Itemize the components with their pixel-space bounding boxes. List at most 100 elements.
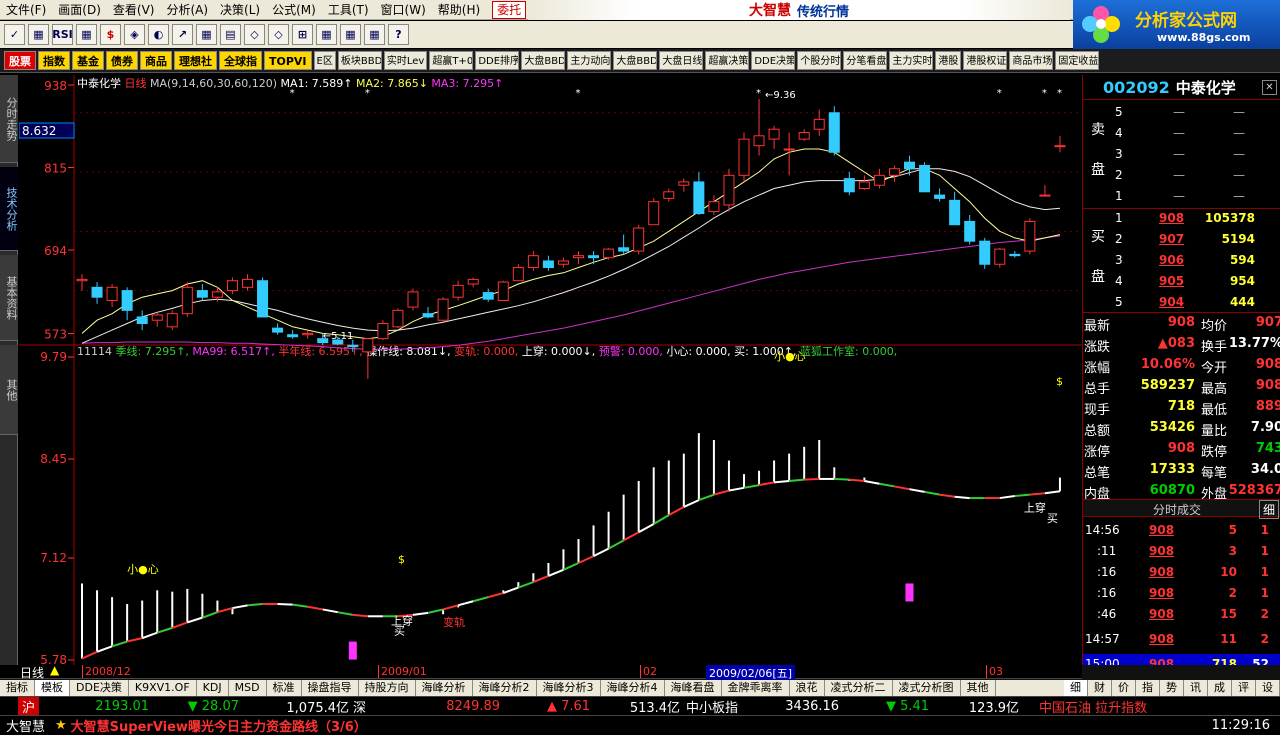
indicator-tab-11[interactable]: 海峰分析3 — [537, 680, 601, 696]
stat-value: 528367 — [1228, 483, 1280, 498]
indicator-tab-15[interactable]: 浪花 — [790, 680, 825, 696]
indicator-tab-6[interactable]: 标准 — [267, 680, 302, 696]
menu-item-5[interactable]: 公式(M) — [266, 0, 322, 20]
bid-volume: 594 — [1229, 253, 1255, 267]
left-tab-0[interactable]: 分时走势 — [0, 75, 18, 163]
indicator-tab-7[interactable]: 操盘指导 — [302, 680, 359, 696]
quote-tab-5[interactable]: 讯 — [1184, 680, 1208, 696]
quote-tab-3[interactable]: 指 — [1136, 680, 1160, 696]
menu-item-7[interactable]: 窗口(W) — [375, 0, 432, 20]
quick-button-2[interactable]: 基金 — [72, 51, 104, 70]
indicator-tab-16[interactable]: 凌式分析二 — [825, 680, 893, 696]
quick-button-18[interactable]: DDE决策 — [751, 51, 796, 70]
quick-button-15[interactable]: 大盘BBD — [613, 51, 658, 70]
quick-button-19[interactable]: 个股分时 — [797, 51, 842, 70]
indicator-tab-0[interactable]: 指标 — [0, 680, 35, 696]
indicator-tab-14[interactable]: 金牌乖离率 — [722, 680, 790, 696]
quick-button-10[interactable]: 实时Lev — [383, 51, 428, 70]
quick-button-3[interactable]: 债券 — [106, 51, 138, 70]
scroll-news[interactable]: 大智慧SuperView曝光今日主力资金路线（3/6） — [71, 716, 367, 735]
indicator-tab-10[interactable]: 海峰分析2 — [473, 680, 537, 696]
kline-chart[interactable]: 9388156945739.798.457.125.788.632中泰化学 日线… — [19, 75, 1082, 665]
menu-item-2[interactable]: 查看(V) — [107, 0, 161, 20]
toolbar-icon-14[interactable]: ▦ — [340, 24, 361, 45]
toolbar-icon-10[interactable]: ◇ — [244, 24, 265, 45]
period-label[interactable]: 日线 — [20, 664, 44, 681]
menu-item-6[interactable]: 工具(T) — [322, 0, 375, 20]
quick-button-17[interactable]: 超赢决策 — [705, 51, 750, 70]
quote-tab-0[interactable]: 细 — [1064, 680, 1088, 696]
candle — [1024, 218, 1036, 255]
toolbar-icon-1[interactable]: ▦ — [28, 24, 49, 45]
quick-button-5[interactable]: 理想社 — [174, 51, 217, 70]
menu-item-4[interactable]: 决策(L) — [214, 0, 266, 20]
ask-row: 5 — — — [1083, 102, 1280, 123]
toolbar-icon-15[interactable]: ▦ — [364, 24, 385, 45]
candle — [557, 257, 569, 268]
indicator-tab-18[interactable]: 其他 — [961, 680, 996, 696]
left-tab-3[interactable]: 其他 — [0, 345, 18, 435]
toolbar-icon-9[interactable]: ▤ — [220, 24, 241, 45]
indicator-tab-4[interactable]: KDJ — [197, 680, 229, 696]
quick-button-13[interactable]: 大盘BBD — [521, 51, 566, 70]
toolbar-icon-13[interactable]: ▦ — [316, 24, 337, 45]
ticks-detail-button[interactable]: 细 — [1258, 500, 1279, 519]
quick-button-20[interactable]: 分笔看盘 — [843, 51, 888, 70]
quick-button-0[interactable]: 股票 — [4, 51, 36, 70]
toolbar-icon-5[interactable]: ◈ — [124, 24, 145, 45]
menu-item-8[interactable]: 帮助(H) — [432, 0, 486, 20]
quick-button-23[interactable]: 港股权证 — [963, 51, 1008, 70]
quote-tab-1[interactable]: 财 — [1088, 680, 1112, 696]
menu-item-3[interactable]: 分析(A) — [160, 0, 214, 20]
menu-item-1[interactable]: 画面(D) — [52, 0, 107, 20]
quick-button-7[interactable]: TOPVI — [264, 51, 312, 70]
quick-button-9[interactable]: 板块BBD — [337, 51, 382, 70]
menu-item-0[interactable]: 文件(F) — [0, 0, 52, 20]
indicator-tab-1[interactable]: 模板 — [35, 680, 70, 696]
close-icon[interactable]: ✕ — [1262, 80, 1277, 95]
news-ticker[interactable]: 中国石油 拉升指数 — [1019, 697, 1147, 716]
indicator-tab-8[interactable]: 持股方向 — [359, 680, 416, 696]
site-logo[interactable]: 分析家公式网 www.88gs.com — [1073, 0, 1280, 50]
quick-button-11[interactable]: 超赢T+0 — [429, 51, 474, 70]
indicator-tab-3[interactable]: K9XV1.OF — [129, 680, 197, 696]
quote-tab-8[interactable]: 设 — [1256, 680, 1280, 696]
quick-button-21[interactable]: 主力实时 — [889, 51, 934, 70]
quick-button-25[interactable]: 固定收益 — [1055, 51, 1100, 70]
quote-tab-7[interactable]: 评 — [1232, 680, 1256, 696]
quick-button-6[interactable]: 全球指 — [219, 51, 262, 70]
indicator-tab-2[interactable]: DDE决策 — [70, 680, 129, 696]
quick-button-8[interactable]: E区 — [313, 51, 336, 70]
quote-tab-6[interactable]: 成 — [1208, 680, 1232, 696]
toolbar-icon-11[interactable]: ◇ — [268, 24, 289, 45]
toolbar-icon-2[interactable]: RSI — [52, 24, 73, 45]
toolbar-icon-16[interactable]: ? — [388, 24, 409, 45]
menu-trade[interactable]: 委托 — [492, 0, 527, 19]
toolbar-icon-8[interactable]: ▦ — [196, 24, 217, 45]
quick-button-16[interactable]: 大盘日线 — [659, 51, 704, 70]
indicator-tab-12[interactable]: 海峰分析4 — [601, 680, 665, 696]
indicator-tab-9[interactable]: 海峰分析 — [416, 680, 473, 696]
toolbar-icon-12[interactable]: ⊞ — [292, 24, 313, 45]
operation-line — [1044, 490, 1061, 495]
left-tab-1[interactable]: 技术分析 — [0, 167, 18, 251]
quick-button-24[interactable]: 商品市场 — [1009, 51, 1054, 70]
quick-button-22[interactable]: 港股 — [935, 51, 962, 70]
toolbar-icon-3[interactable]: ▦ — [76, 24, 97, 45]
quick-button-1[interactable]: 指数 — [38, 51, 70, 70]
toolbar-icon-4[interactable]: $ — [100, 24, 121, 45]
indicator-tab-5[interactable]: MSD — [229, 680, 267, 696]
indicator-tab-13[interactable]: 海峰看盘 — [665, 680, 722, 696]
toolbar-icon-7[interactable]: ↗ — [172, 24, 193, 45]
quick-button-4[interactable]: 商品 — [140, 51, 172, 70]
quick-button-14[interactable]: 主力动向 — [567, 51, 612, 70]
toolbar-icon-6[interactable]: ◐ — [148, 24, 169, 45]
quote-tab-2[interactable]: 价 — [1112, 680, 1136, 696]
indicator-tab-17[interactable]: 凌式分析图 — [893, 680, 961, 696]
toolbar-icon-0[interactable]: ✓ — [4, 24, 25, 45]
left-tab-2[interactable]: 基本资料 — [0, 255, 18, 341]
tick-count: 2 — [1260, 632, 1269, 646]
y-tick-top: 815 — [44, 162, 67, 176]
quote-tab-4[interactable]: 势 — [1160, 680, 1184, 696]
quick-button-12[interactable]: DDE排序 — [475, 51, 520, 70]
